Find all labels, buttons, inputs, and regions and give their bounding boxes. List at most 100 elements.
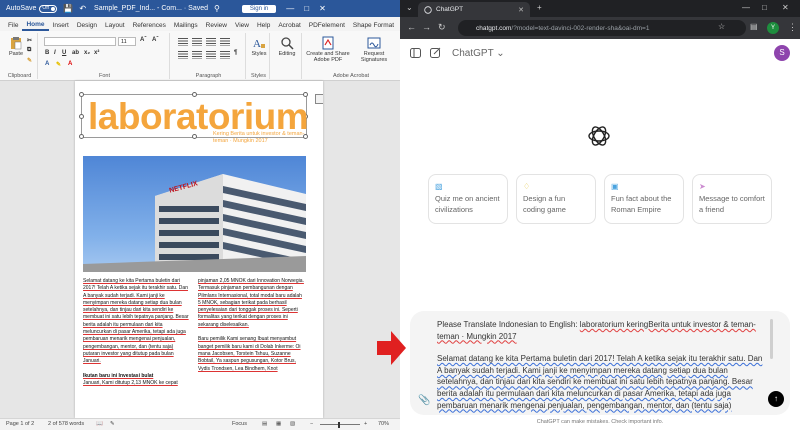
autosave-toggle[interactable]: Off (39, 4, 58, 13)
zoom-slider-knob[interactable] (338, 422, 340, 428)
close-tab-icon[interactable]: ✕ (518, 6, 524, 14)
tab-file[interactable]: File (4, 22, 22, 31)
document-page[interactable]: laboratorium Kering Berita untuk investo… (75, 81, 323, 418)
resize-handle[interactable] (79, 114, 84, 119)
send-button[interactable]: ↑ (768, 391, 784, 407)
underline-icon[interactable]: U (62, 50, 66, 56)
suggestion-card[interactable]: ➤ Message to comfort a friend (692, 174, 772, 224)
zoom-level[interactable]: 70% (378, 421, 389, 427)
superscript-icon[interactable]: x² (94, 50, 99, 56)
web-layout-icon[interactable]: ▧ (290, 421, 295, 427)
proofing-icon[interactable]: 📖 (96, 421, 103, 427)
text-effects-icon[interactable]: A (45, 61, 49, 67)
suggestion-card[interactable]: ♢ Design a fun coding game (516, 174, 596, 224)
tab-references[interactable]: References (129, 22, 170, 31)
highlight-icon[interactable]: ✎ (56, 61, 61, 68)
accessibility-icon[interactable]: ✎ (110, 421, 115, 427)
reload-icon[interactable]: ↻ (438, 22, 446, 33)
forward-icon[interactable]: → (422, 22, 431, 32)
tab-design[interactable]: Design (73, 22, 101, 31)
resize-handle[interactable] (79, 134, 84, 139)
user-avatar[interactable]: S (774, 45, 790, 61)
align-right-icon[interactable] (206, 51, 216, 59)
align-left-icon[interactable] (178, 51, 188, 59)
request-signatures-button[interactable]: Request Signatures (354, 36, 394, 63)
font-name-box[interactable] (44, 37, 116, 46)
building-photo[interactable]: NETFLIX (83, 156, 306, 272)
styles-button[interactable]: A Styles (250, 36, 268, 57)
align-center-icon[interactable] (192, 51, 202, 59)
zoom-in-icon[interactable]: + (364, 421, 367, 427)
copy-icon[interactable]: ⧉ (27, 47, 31, 54)
bold-icon[interactable]: B (45, 50, 49, 56)
chrome-profile-avatar[interactable]: Y (767, 22, 779, 34)
cut-icon[interactable]: ✂ (27, 37, 32, 44)
strikethrough-icon[interactable]: ab (72, 50, 79, 56)
font-color-icon[interactable]: A (68, 61, 72, 67)
font-size-box[interactable]: 11 (118, 37, 136, 46)
tab-review[interactable]: Review (202, 22, 231, 31)
tab-shape-format[interactable]: Shape Format (349, 22, 398, 31)
tab-chatgpt[interactable]: ChatGPT ✕ (418, 2, 530, 17)
close-icon[interactable]: ✕ (782, 3, 789, 12)
tab-acrobat[interactable]: Acrobat (274, 22, 304, 31)
resize-handle[interactable] (79, 92, 84, 97)
tab-home[interactable]: Home (22, 21, 49, 31)
maximize-icon[interactable]: □ (762, 3, 767, 12)
body-column-2[interactable]: pinjaman 2,05 MNOK dari Innovation Norwe… (198, 278, 306, 373)
justify-icon[interactable] (220, 51, 230, 59)
back-icon[interactable]: ← (407, 22, 416, 32)
create-share-pdf-button[interactable]: Create and Share Adobe PDF (304, 36, 352, 63)
paste-button[interactable]: Paste (6, 36, 26, 57)
address-bar[interactable]: chatgpt.com/?model=text-davinci-002-rend… (458, 20, 746, 36)
minimize-icon[interactable]: — (742, 3, 750, 12)
multilevel-list-icon[interactable] (206, 38, 216, 46)
grow-font-icon[interactable]: Aˆ (140, 37, 146, 43)
tab-mailings[interactable]: Mailings (170, 22, 202, 31)
message-input[interactable]: Please Translate Indonesian to English: … (437, 319, 767, 415)
body-column-1[interactable]: Selamat datang ke kita Pertama buletin d… (83, 278, 191, 387)
bullets-icon[interactable] (178, 38, 188, 46)
layout-options-icon[interactable] (315, 94, 323, 104)
indent-icon[interactable] (220, 38, 230, 46)
tab-insert[interactable]: Insert (49, 22, 73, 31)
undo-icon[interactable]: ↶ (79, 4, 86, 13)
sign-in-button[interactable]: Sign in (241, 4, 277, 13)
suggestion-card[interactable]: ▣ Fun fact about the Roman Empire (604, 174, 684, 224)
read-mode-icon[interactable]: ▤ (262, 421, 267, 427)
suggestion-card[interactable]: ▧ Quiz me on ancient civilizations (428, 174, 508, 224)
message-composer[interactable]: Please Translate Indonesian to English: … (410, 311, 790, 415)
print-layout-icon[interactable]: ▦ (276, 421, 281, 427)
zoom-out-icon[interactable]: − (310, 421, 313, 427)
new-tab-icon[interactable]: + (537, 3, 542, 12)
shrink-font-icon[interactable]: Aˇ (152, 37, 158, 43)
numbering-icon[interactable] (192, 38, 202, 46)
zoom-slider[interactable] (320, 424, 360, 425)
maximize-icon[interactable]: □ (304, 4, 309, 13)
format-painter-icon[interactable]: ✎ (27, 57, 32, 64)
chrome-menu-icon[interactable]: ⋮ (788, 22, 797, 33)
save-icon[interactable]: 💾 (63, 4, 73, 13)
sidebar-toggle-icon[interactable] (410, 48, 421, 58)
tab-view[interactable]: View (231, 22, 253, 31)
italic-icon[interactable]: I (54, 50, 56, 56)
tab-layout[interactable]: Layout (101, 22, 129, 31)
document-subtitle[interactable]: Kering Berita untuk investor & teman-tem… (213, 131, 309, 145)
composer-scrollbar[interactable] (770, 319, 773, 359)
extensions-icon[interactable]: ▤ (750, 22, 758, 31)
document-canvas[interactable]: laboratorium Kering Berita untuk investo… (0, 81, 400, 418)
subscript-icon[interactable]: x₂ (84, 50, 90, 56)
bookmark-star-icon[interactable]: ☆ (718, 22, 725, 31)
model-selector[interactable]: ChatGPT ⌄ (452, 48, 505, 59)
tab-help[interactable]: Help (253, 22, 274, 31)
tab-search-icon[interactable]: ⌄ (406, 3, 413, 12)
close-icon[interactable]: ✕ (319, 4, 326, 13)
new-chat-icon[interactable] (430, 47, 441, 58)
search-icon[interactable]: ⚲ (214, 4, 220, 13)
tab-pdfelement[interactable]: PDFelement (305, 22, 349, 31)
minimize-icon[interactable]: — (286, 4, 294, 13)
focus-button[interactable]: Focus (232, 421, 247, 427)
word-count[interactable]: 2 of 578 words (48, 421, 84, 427)
page-count[interactable]: Page 1 of 2 (6, 421, 34, 427)
editing-button[interactable]: Editing (275, 36, 299, 57)
